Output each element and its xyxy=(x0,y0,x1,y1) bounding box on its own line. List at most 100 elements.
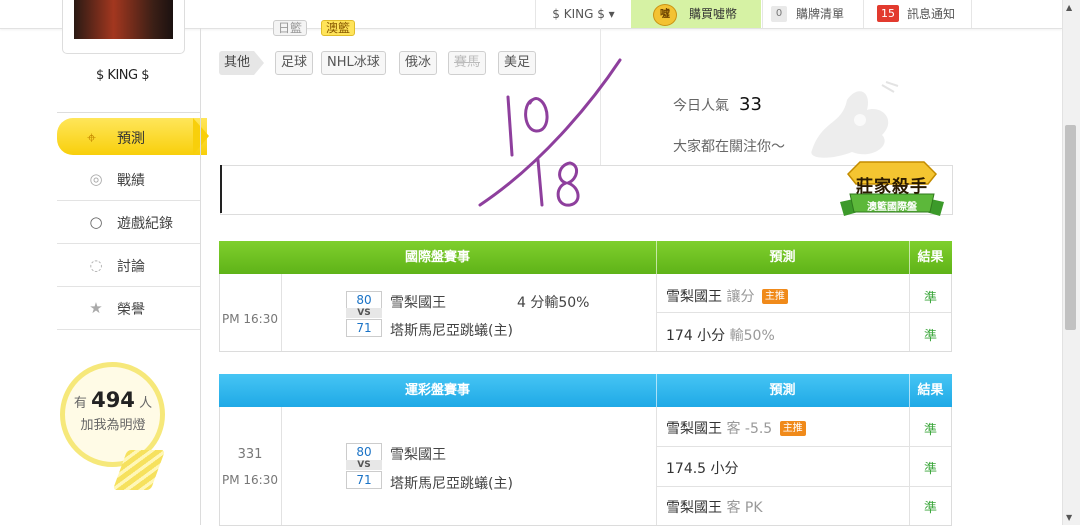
sports-table-row: 331 PM 16:30 80 VS 71 雪梨國王 塔斯馬尼亞跳蟻(主) 雪梨… xyxy=(219,407,952,526)
category-chip-active[interactable]: 澳籃 xyxy=(321,20,356,36)
avatar-card xyxy=(62,0,185,54)
column-header-result: 結果 xyxy=(917,383,944,398)
popularity-value: 33 xyxy=(739,94,762,115)
prediction-detail: 客 PK xyxy=(726,500,763,516)
discussion-icon: ◌ xyxy=(89,256,103,274)
column-header-result: 結果 xyxy=(917,250,944,265)
sidebar-item-prediction[interactable]: ⌖ 預測 xyxy=(57,118,207,155)
prediction-3: 雪梨國王 客 PK xyxy=(666,497,763,517)
fans-number: 494 xyxy=(91,388,135,412)
sidebar-item-label: 榮譽 xyxy=(117,302,145,318)
sidebar-item-honor[interactable]: ★ 榮譽 xyxy=(57,287,200,330)
home-team[interactable]: 雪梨國王 xyxy=(390,444,446,464)
cart-link[interactable]: 0 購牌清單 xyxy=(762,0,863,28)
badge-subtitle: 澳籃國際盤 xyxy=(867,202,917,213)
result-value: 準 xyxy=(923,423,937,438)
scroll-up-icon[interactable]: ▲ xyxy=(1066,3,1072,12)
sidebar-item-label: 討論 xyxy=(117,259,145,275)
away-team[interactable]: 塔斯馬尼亞跳蟻(主) xyxy=(390,320,513,340)
spread-note: 4 分輸50% xyxy=(517,295,590,311)
intl-table-header: 國際盤賽事 預測 結果 xyxy=(219,241,952,274)
category-chip-nhl[interactable]: NHL冰球 xyxy=(321,51,386,75)
away-team[interactable]: 塔斯馬尼亞跳蟻(主) xyxy=(390,473,513,493)
cart-label: 購牌清單 xyxy=(796,7,845,21)
sidebar-border xyxy=(200,28,201,525)
popularity-label: 今日人氣 xyxy=(673,98,729,114)
category-chip-other[interactable]: 其他 xyxy=(219,51,254,75)
sidebar-item-discussion[interactable]: ◌ 討論 xyxy=(57,244,200,287)
featured-tag: 主推 xyxy=(779,421,806,436)
fans-count: 有 494 人 xyxy=(68,388,158,412)
user-menu-label: $ KING $ ▾ xyxy=(552,7,615,21)
fans-suffix: 人 xyxy=(139,396,153,411)
follow-me-link[interactable]: 加我為明燈 xyxy=(68,414,158,433)
vs-label: VS xyxy=(346,308,382,318)
medal-icon: ★ xyxy=(89,299,103,317)
game-time: PM 16:30 xyxy=(222,312,278,326)
target-icon: ⌖ xyxy=(87,128,97,147)
prediction-2: 174.5 小分 xyxy=(666,458,739,478)
buy-coin-button[interactable]: 噓 購買噓幣 xyxy=(631,0,761,28)
sidebar-item-label: 戰績 xyxy=(117,173,145,189)
prediction-1: 雪梨國王 客 -5.5 主推 xyxy=(666,418,806,438)
badge-title: 莊家殺手 xyxy=(856,177,928,197)
prediction-main: 174 小分 xyxy=(666,328,726,344)
away-score: 71 xyxy=(346,319,382,337)
result-value: 準 xyxy=(923,291,937,306)
column-header-prediction: 預測 xyxy=(656,374,910,407)
prediction-detail: 客 -5.5 xyxy=(726,421,773,437)
buy-coin-label: 購買噓幣 xyxy=(689,7,738,21)
vs-label: VS xyxy=(346,460,382,470)
prediction-main: 174.5 小分 xyxy=(666,461,739,477)
intl-table-row: PM 16:30 80 VS 71 雪梨國王 塔斯馬尼亞跳蟻(主) 4 分輸50… xyxy=(219,274,952,352)
prediction-detail: 輸50% xyxy=(729,328,775,344)
fans-prefix: 有 xyxy=(73,396,87,411)
prediction-detail: 讓分 xyxy=(726,289,755,305)
coin-icon: 噓 xyxy=(653,4,677,26)
divider xyxy=(57,112,201,113)
home-team[interactable]: 雪梨國王 xyxy=(390,292,446,312)
notification-count-badge: 15 xyxy=(877,5,899,22)
column-header-prediction: 預測 xyxy=(656,241,910,274)
result-value: 準 xyxy=(923,501,937,516)
text-cursor xyxy=(220,165,222,213)
prediction-main: 雪梨國王 xyxy=(666,421,722,437)
avatar[interactable] xyxy=(74,0,173,39)
scrollbar-thumb[interactable] xyxy=(1065,125,1076,330)
username: $ KING $ xyxy=(96,68,149,83)
away-score: 71 xyxy=(346,471,382,489)
sidebar-item-game-log[interactable]: ○ 遊戲紀錄 xyxy=(57,201,200,244)
category-chip-soccer[interactable]: 足球 xyxy=(275,51,314,75)
chip-arrow xyxy=(254,51,264,75)
popularity: 今日人氣 33 xyxy=(673,94,762,115)
record-icon: ○ xyxy=(89,213,103,231)
notification-link[interactable]: 15 訊息通知 xyxy=(863,0,972,28)
popularity-tagline: 大家都在關注你～ xyxy=(673,139,785,155)
prediction-main: 雪梨國王 xyxy=(666,500,722,516)
featured-tag: 主推 xyxy=(761,289,788,304)
sports-table-header: 運彩盤賽事 預測 結果 xyxy=(219,374,952,407)
result-value: 準 xyxy=(923,462,937,477)
column-header-event: 運彩盤賽事 xyxy=(219,374,657,407)
user-menu[interactable]: $ KING $ ▾ xyxy=(535,0,631,28)
sidebar-item-label: 遊戲紀錄 xyxy=(117,216,173,232)
active-tab-arrow xyxy=(193,118,209,155)
game-number: 331 xyxy=(237,447,263,462)
home-score: 80 xyxy=(346,443,382,461)
handwritten-annotation xyxy=(478,58,622,207)
category-chip[interactable]: 日籃 xyxy=(273,20,308,36)
notification-label: 訊息通知 xyxy=(907,7,956,21)
banker-killer-badge: 莊家殺手 澳籃國際盤 xyxy=(838,160,946,222)
home-score: 80 xyxy=(346,291,382,309)
sidebar-item-record[interactable]: ◎ 戰績 xyxy=(57,158,200,201)
sidebar-item-label: 預測 xyxy=(117,131,145,147)
prediction-2: 174 小分 輸50% xyxy=(666,325,775,345)
result-value: 準 xyxy=(923,329,937,344)
cart-count-badge: 0 xyxy=(771,6,787,22)
mascot-illustration xyxy=(811,81,899,158)
prediction-1: 雪梨國王 讓分 主推 xyxy=(666,286,788,306)
column-header-event: 國際盤賽事 xyxy=(219,241,657,274)
prediction-main: 雪梨國王 xyxy=(666,289,722,305)
scroll-down-icon[interactable]: ▼ xyxy=(1066,513,1072,522)
category-chip-russia-hockey[interactable]: 俄冰 xyxy=(399,51,438,75)
